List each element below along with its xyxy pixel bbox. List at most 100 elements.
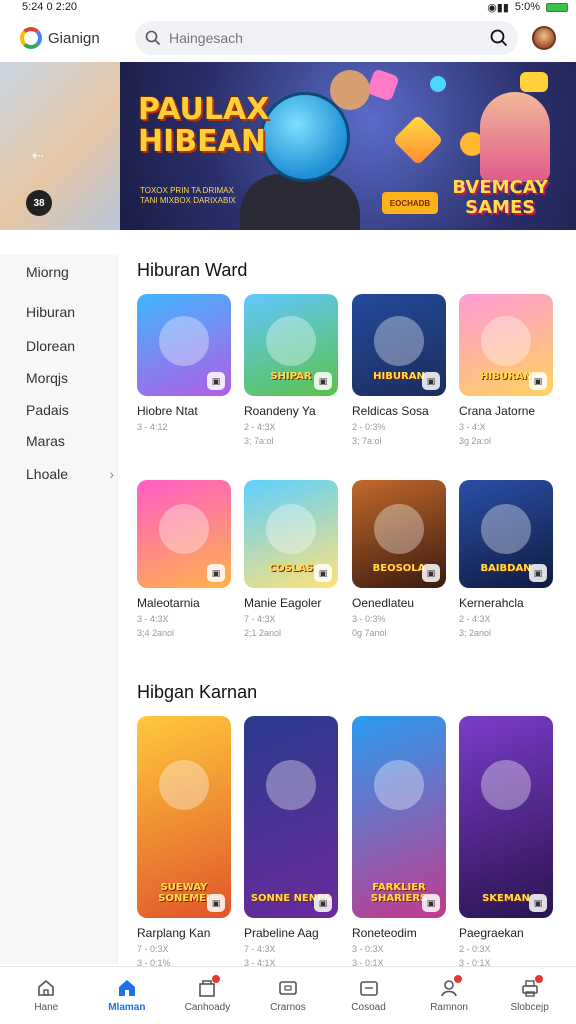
game-card[interactable]: COSLAS ▣ Manie Eagoler 7 - 4:3X 2;1 2anol xyxy=(244,480,338,638)
banner-prev-slide[interactable]: ⇠ 38 xyxy=(0,62,120,230)
game-meta: 7 - 4:3X xyxy=(244,614,276,624)
sidebar-item[interactable]: Morqjs xyxy=(26,370,114,386)
game-title: Oenedlateu xyxy=(352,596,415,610)
game-card[interactable]: SKEMAN ▣ Paegraekan 2 - 0:3X 3 - 0:1X xyxy=(459,716,553,968)
game-title: Roneteodim xyxy=(352,926,417,940)
game-card[interactable]: BAIBDAN ▣ Kernerahcla 2 - 4:3X 3; 2anol xyxy=(459,480,553,638)
game-title: Maleotarnia xyxy=(137,596,200,610)
game-title: Crana Jatorne xyxy=(459,404,536,418)
game-thumbnail[interactable]: SUEWAY SONEMEI ▣ xyxy=(137,716,231,918)
app-logo[interactable]: Gianign xyxy=(20,27,135,49)
game-thumbnail[interactable]: SONNE NENES ▣ xyxy=(244,716,338,918)
game-title: Prabeline Aag xyxy=(244,926,319,940)
game-card[interactable]: SUEWAY SONEMEI ▣ Rarplang Kan 7 - 0:3X 3 - 0… xyxy=(137,716,231,968)
game-thumbnail[interactable]: ▣ xyxy=(137,294,231,396)
game-thumbnail[interactable]: ▣ xyxy=(137,480,231,588)
avatar[interactable] xyxy=(532,26,556,50)
character-art xyxy=(374,760,424,810)
game-title: Rarplang Kan xyxy=(137,926,211,940)
game-thumbnail[interactable]: HIBURAN ▣ xyxy=(352,294,446,396)
sidebar-item[interactable]: Hiburan xyxy=(26,304,114,320)
notification-dot xyxy=(454,975,463,983)
badge-icon: ▣ xyxy=(529,894,547,912)
game-meta-secondary: 3; 2anol xyxy=(459,628,492,638)
game-thumbnail[interactable]: BAIBDAN ▣ xyxy=(459,480,553,588)
game-meta: 2 - 0:3X xyxy=(459,944,491,954)
character-art xyxy=(374,504,424,554)
badge-icon: ▣ xyxy=(422,372,440,390)
nav-tab-label: Slobcejp xyxy=(510,1002,549,1013)
app-header: Gianign xyxy=(0,14,576,62)
game-title: Manie Eagoler xyxy=(244,596,322,610)
banner-title-line2: HIBEAN xyxy=(138,124,266,159)
nav-tab[interactable]: Hane xyxy=(10,978,82,1013)
character-art xyxy=(481,504,531,554)
battery-icon xyxy=(546,2,568,12)
nav-tab[interactable]: Crarnos xyxy=(252,978,324,1013)
game-thumbnail[interactable]: SKEMAN ▣ xyxy=(459,716,553,918)
game-meta: 3 - 4:X xyxy=(459,422,486,432)
nav-tab[interactable]: Ramnon xyxy=(413,975,485,1013)
notification-dot xyxy=(534,975,543,983)
game-card[interactable]: SHIPAR ▣ Roandeny Ya 2 - 4:3X 3; 7a:ol xyxy=(244,294,338,446)
game-meta: 3 - 0:3% xyxy=(352,614,386,624)
nav-tab-label: Mlaman xyxy=(108,1002,146,1013)
banner-main-slide[interactable]: PAULAX HIBEAN TOXOX PRIN TA DRIMAX TANI … xyxy=(120,62,576,230)
nav-tab[interactable]: Cosoad xyxy=(333,978,405,1013)
game-title: Roandeny Ya xyxy=(244,404,316,418)
character-art xyxy=(159,316,209,366)
game-card[interactable]: HIBURAN ▣ Crana Jatorne 3 - 4:X 3g 2a:ol xyxy=(459,294,553,446)
status-time: 5:24 0 2:20 xyxy=(22,1,78,13)
character-decoration xyxy=(480,92,550,182)
badge-icon: ▣ xyxy=(422,564,440,582)
game-meta: 7 - 0:3X xyxy=(137,944,169,954)
hero-banner[interactable]: ⇠ 38 PAULAX HIBEAN TOXOX PRIN TA DRIMAX … xyxy=(0,62,576,230)
search-bar[interactable] xyxy=(135,21,518,55)
banner-right-line1: BVEMCAY xyxy=(452,177,548,198)
sidebar-item[interactable]: Padais xyxy=(26,402,114,418)
nav-tab[interactable]: Slobcejp xyxy=(494,975,566,1013)
game-card[interactable]: HIBURAN ▣ Reldicas Sosa 2 - 0:3% 3; 7a:ol xyxy=(352,294,446,446)
badge-icon: ▣ xyxy=(314,372,332,390)
slide-chip: 38 xyxy=(26,190,52,216)
nav-tab-label: Crarnos xyxy=(270,1002,306,1013)
nav-tab[interactable]: Mlaman xyxy=(91,978,163,1013)
game-thumbnail[interactable]: COSLAS ▣ xyxy=(244,480,338,588)
game-thumbnail[interactable]: HIBURAN ▣ xyxy=(459,294,553,396)
search-submit-icon[interactable] xyxy=(490,29,508,47)
banner-cta-button[interactable]: EOCHADB xyxy=(382,192,438,214)
chevron-right-icon: › xyxy=(109,466,114,482)
sidebar-item[interactable]: Miorng xyxy=(26,264,114,280)
character-art xyxy=(266,504,316,554)
game-thumbnail[interactable]: BEOSOLA ▣ xyxy=(352,480,446,588)
character-art xyxy=(266,760,316,810)
printer-icon xyxy=(519,975,543,998)
nav-tab-label: Ramnon xyxy=(430,1002,468,1013)
game-thumbnail[interactable]: FARKLIER SHARIERS ▣ xyxy=(352,716,446,918)
sidebar-item-label: Dlorean xyxy=(26,338,76,354)
game-thumbnail[interactable]: SHIPAR ▣ xyxy=(244,294,338,396)
arrow-left-icon: ⇠ xyxy=(32,147,44,163)
banner-title: PAULAX HIBEAN xyxy=(138,94,269,158)
banner-subtitle-line1: TOXOX PRIN TA DRIMAX xyxy=(140,186,234,195)
search-input[interactable] xyxy=(169,30,482,46)
game-card[interactable]: SONNE NENES ▣ Prabeline Aag 7 - 4:3X 3 - 4:1… xyxy=(244,716,338,968)
search-icon xyxy=(145,30,161,46)
game-card[interactable]: BEOSOLA ▣ Oenedlateu 3 - 0:3% 0g 7anol xyxy=(352,480,446,638)
nav-tab-label: Cosoad xyxy=(351,1002,386,1013)
game-card[interactable]: ▣ Maleotarnia 3 - 4:3X 3;4 2anol xyxy=(137,480,231,638)
sidebar-item[interactable]: Dlorean xyxy=(26,338,114,354)
sidebar-item[interactable]: Maras xyxy=(26,433,114,449)
sidebar-item-label: Morqjs xyxy=(26,370,69,386)
sidebar-item-label: Miorng xyxy=(26,264,69,280)
nav-tab-label: Hane xyxy=(34,1002,59,1013)
nav-tab[interactable]: Canhoady xyxy=(171,975,243,1013)
game-card[interactable]: FARKLIER SHARIERS ▣ Roneteodim 3 - 0:3X 3 - … xyxy=(352,716,446,968)
game-meta: 3 - 0:3X xyxy=(352,944,384,954)
home-outline-icon xyxy=(35,978,57,998)
badge-icon: ▣ xyxy=(529,372,547,390)
sidebar-item[interactable]: Lhoale › xyxy=(26,466,114,482)
game-card[interactable]: ▣ Hiobre Ntat 3 - 4:12 xyxy=(137,294,231,432)
badge-icon: ▣ xyxy=(207,894,225,912)
game-meta-secondary: 2;1 2anol xyxy=(244,628,282,638)
